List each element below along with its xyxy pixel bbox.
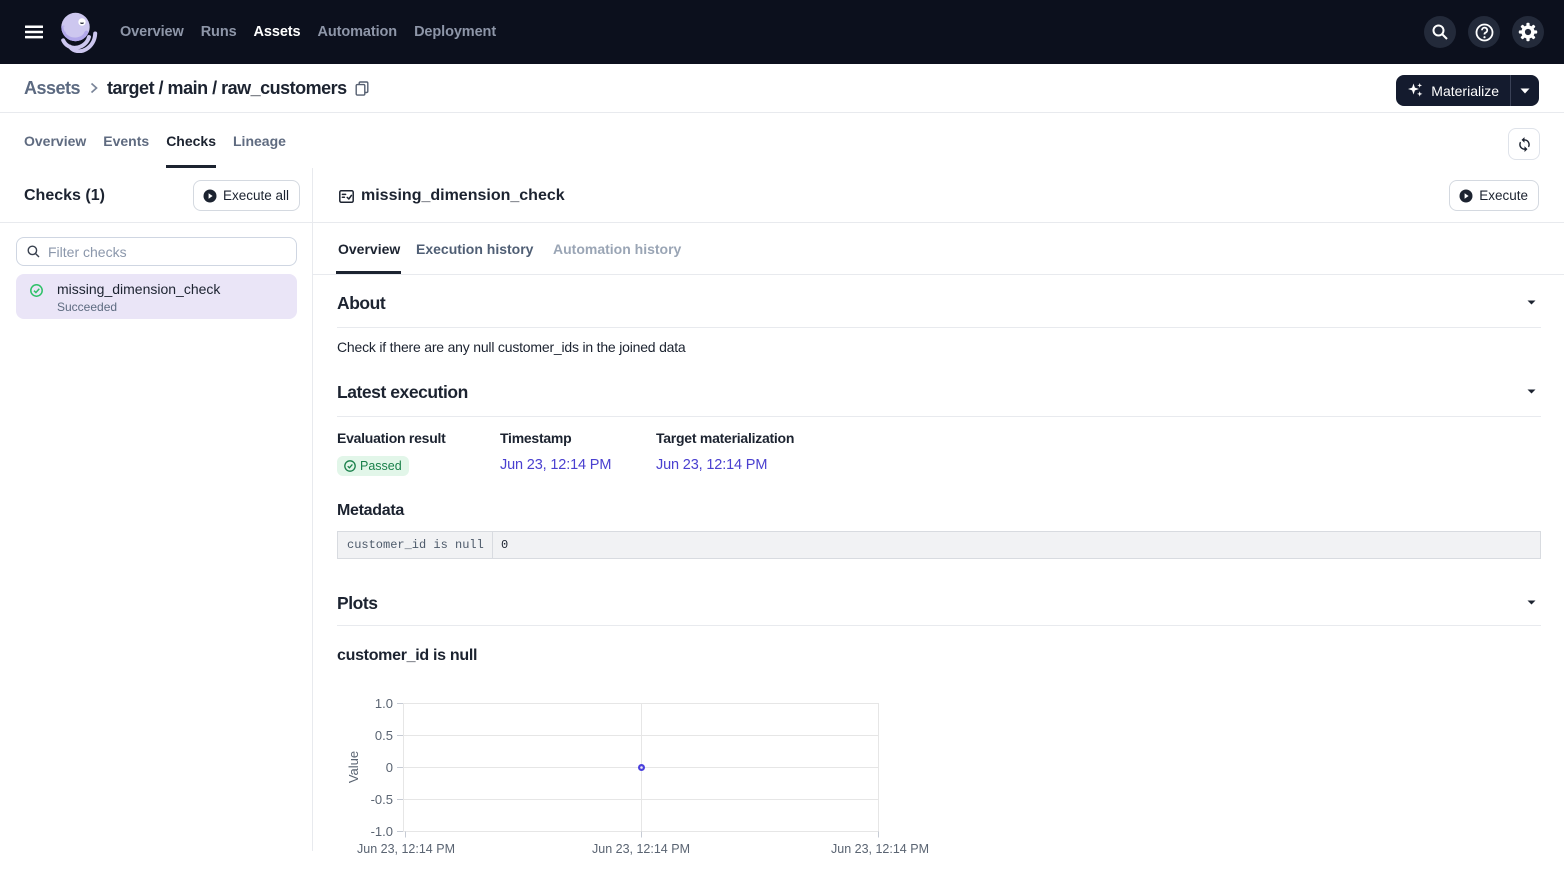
svg-text:Value: Value (346, 751, 361, 783)
svg-text:Jun 23, 12:14 PM: Jun 23, 12:14 PM (831, 842, 929, 856)
svg-text:0: 0 (386, 760, 393, 775)
svg-text:-0.5: -0.5 (371, 792, 393, 807)
svg-text:-1.0: -1.0 (371, 824, 393, 839)
svg-text:1.0: 1.0 (375, 696, 393, 711)
svg-text:Jun 23, 12:14 PM: Jun 23, 12:14 PM (357, 842, 455, 856)
svg-text:Jun 23, 12:14 PM: Jun 23, 12:14 PM (592, 842, 690, 856)
svg-text:0.5: 0.5 (375, 728, 393, 743)
